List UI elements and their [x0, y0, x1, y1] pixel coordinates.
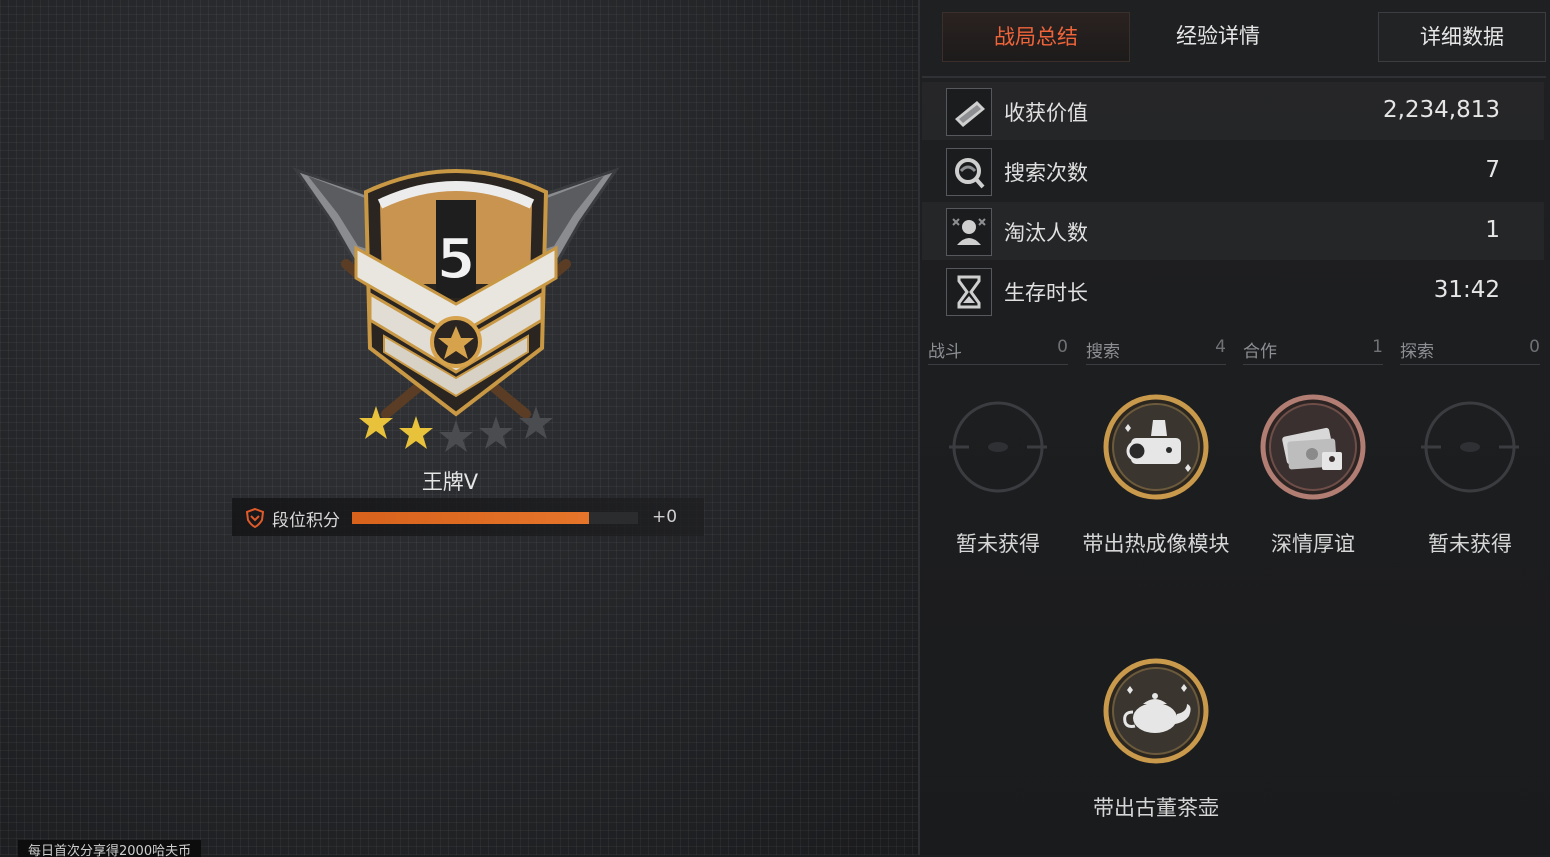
- rank-progress-track: [352, 512, 638, 524]
- rank-name: 王牌V: [421, 470, 479, 494]
- search-icon: [946, 148, 992, 196]
- category-cooperation: 合作 1: [1243, 334, 1383, 365]
- eliminate-icon: [946, 208, 992, 256]
- result-panel: 战局总结 经验详情 详细数据 收获价值 2,234,813 搜索次数 7 淘汰人…: [918, 0, 1550, 855]
- rank-star-filled-icon: [399, 416, 433, 449]
- rank-star-empty-icon: [479, 416, 513, 449]
- achievement-combat-empty[interactable]: 暂未获得: [918, 392, 1078, 558]
- rank-points-bar: 段位积分 +0: [232, 498, 704, 536]
- tab-divider: [922, 76, 1546, 78]
- rank-star-empty-icon: [439, 420, 473, 452]
- hourglass-icon: [946, 268, 992, 316]
- category-combat: 战斗 0: [928, 334, 1068, 365]
- category-search: 搜索 4: [1086, 334, 1226, 365]
- category-exploration: 探索 0: [1400, 334, 1540, 365]
- category-name: 合作: [1243, 342, 1277, 362]
- rank-points-label: 段位积分: [272, 511, 340, 531]
- stat-value: 7: [1485, 157, 1500, 183]
- category-name: 探索: [1400, 342, 1434, 362]
- achievement-label: 暂未获得: [956, 532, 1040, 556]
- achievement-label: 带出热成像模块: [1082, 532, 1230, 556]
- tab-match-summary[interactable]: 战局总结: [942, 12, 1130, 62]
- achievement-label: 暂未获得: [1428, 532, 1512, 556]
- rank-points-icon: [246, 508, 264, 528]
- stat-value: 2,234,813: [1382, 97, 1500, 123]
- stat-label: 生存时长: [1004, 281, 1088, 305]
- category-name: 战斗: [928, 342, 962, 362]
- achievement-deep-friendship[interactable]: 深情厚谊: [1233, 392, 1393, 558]
- stat-label: 淘汰人数: [1004, 221, 1088, 245]
- detailed-data-button[interactable]: 详细数据: [1378, 12, 1546, 62]
- achievement-exploration-empty[interactable]: 暂未获得: [1390, 392, 1550, 558]
- share-reward-note[interactable]: 每日首次分享得2000哈夫币: [18, 840, 202, 857]
- stat-value: 31:42: [1433, 277, 1500, 303]
- category-name: 搜索: [1086, 342, 1120, 362]
- teapot-icon: [1103, 658, 1209, 764]
- stat-label: 收获价值: [1004, 101, 1088, 125]
- category-count: 0: [1529, 337, 1540, 357]
- achievement-label: 带出古董茶壶: [1093, 796, 1219, 820]
- category-count: 4: [1215, 337, 1226, 357]
- achievement-thermal-module[interactable]: 带出热成像模块: [1076, 392, 1236, 558]
- tab-experience-details[interactable]: 经验详情: [1138, 12, 1298, 60]
- empty-achievement-icon: [949, 401, 1047, 493]
- rank-tier-number: 5: [437, 227, 476, 292]
- rank-area: 5 王牌V 段位积分 +0 每日首次分享得2000哈夫币: [0, 0, 918, 857]
- stat-label: 搜索次数: [1004, 161, 1088, 185]
- stat-row-eliminations: 淘汰人数 1: [922, 202, 1544, 260]
- achievement-label: 深情厚谊: [1271, 532, 1355, 556]
- stat-value: 1: [1485, 217, 1500, 243]
- stat-row-survival-time: 生存时长 31:42: [922, 262, 1544, 320]
- empty-achievement-icon: [1421, 401, 1519, 493]
- category-count: 1: [1372, 337, 1383, 357]
- cash-stack-icon: [1260, 394, 1366, 500]
- category-count: 0: [1057, 337, 1068, 357]
- thermal-module-icon: [1103, 394, 1209, 500]
- rank-badge-icon: 5: [292, 167, 620, 452]
- rank-progress-fill: [352, 512, 590, 524]
- stat-row-search-count: 搜索次数 7: [922, 142, 1544, 200]
- stat-row-loot-value: 收获价值 2,234,813: [922, 82, 1544, 140]
- rank-points-delta: +0: [652, 507, 678, 527]
- cash-icon: [946, 88, 992, 136]
- achievement-antique-teapot[interactable]: 带出古董茶壶: [1076, 656, 1236, 822]
